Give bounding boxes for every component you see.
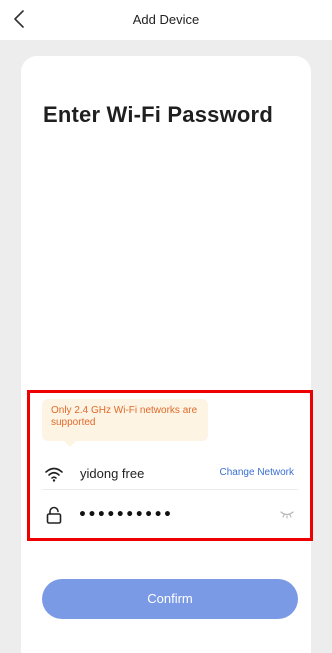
heading: Enter Wi-Fi Password bbox=[43, 102, 273, 127]
highlight-box bbox=[27, 390, 313, 541]
page-title: Add Device bbox=[132, 12, 200, 27]
content-card: Enter Wi-Fi Password bbox=[21, 56, 311, 653]
confirm-button[interactable]: Confirm bbox=[42, 579, 298, 619]
top-bar: Add Device bbox=[0, 0, 332, 40]
